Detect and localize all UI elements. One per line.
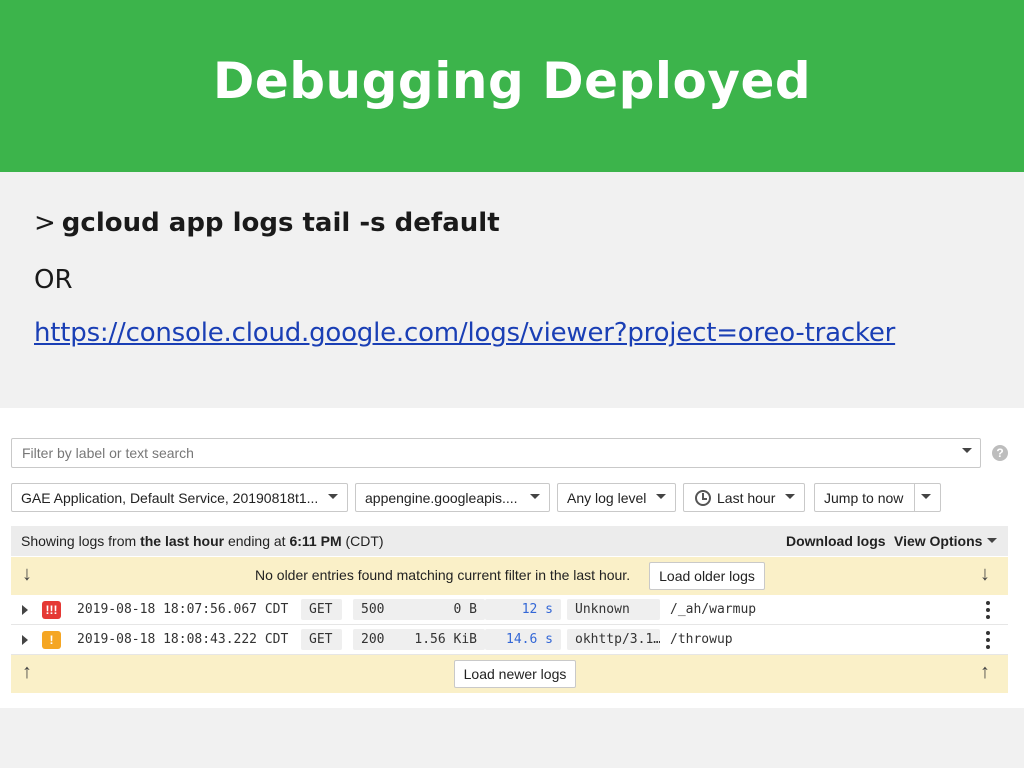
expand-icon[interactable] (22, 605, 28, 615)
view-options-button[interactable]: View Options (894, 533, 982, 549)
chevron-down-icon (530, 494, 540, 499)
command-line: > gcloud app logs tail -s default (34, 208, 500, 238)
expand-icon[interactable] (22, 635, 28, 645)
arrow-up-icon[interactable]: ↑ (22, 661, 32, 684)
filter-input[interactable]: Filter by label or text search (11, 438, 981, 468)
load-older-logs-button[interactable]: Load older logs (649, 562, 765, 590)
newer-logs-bar: ↑ Load newer logs ↑ (11, 655, 1008, 693)
arrow-up-icon[interactable]: ↑ (980, 661, 990, 684)
split-divider (914, 484, 915, 511)
filter-dropdown-icon[interactable] (962, 448, 972, 453)
chevron-down-icon (785, 494, 795, 499)
filter-placeholder: Filter by label or text search (22, 445, 194, 461)
chevron-down-icon[interactable] (921, 494, 931, 499)
title-banner: Debugging Deployed (0, 0, 1024, 172)
older-logs-bar: ↓ No older entries found matching curren… (11, 557, 1008, 595)
jump-to-now-label: Jump to now (824, 490, 904, 506)
help-icon[interactable]: ? (992, 445, 1008, 461)
chevron-down-icon[interactable] (987, 538, 997, 543)
status-bar: Showing logs from the last hour ending a… (11, 526, 1008, 556)
load-newer-logs-button[interactable]: Load newer logs (454, 660, 576, 688)
log-level-select[interactable]: Any log level (557, 483, 676, 512)
http-status: 200 (353, 629, 393, 650)
clock-icon (695, 490, 711, 506)
response-size: 0 B (390, 599, 485, 620)
request-path: /_ah/warmup (670, 602, 757, 617)
time-range-select-label: Last hour (717, 490, 776, 506)
more-vert-icon[interactable] (986, 601, 990, 619)
log-entry-row[interactable]: ! 2019-08-18 18:08:43.222 CDT GET 200 1.… (11, 626, 1008, 655)
user-agent: Unknown (567, 599, 660, 620)
log-name-select-label: appengine.googleapis.... (365, 490, 518, 506)
resource-select[interactable]: GAE Application, Default Service, 201908… (11, 483, 348, 512)
chevron-down-icon (328, 494, 338, 499)
no-older-entries-message: No older entries found matching current … (255, 567, 631, 583)
gcloud-command: gcloud app logs tail -s default (61, 208, 500, 238)
logs-viewer-link[interactable]: https://console.cloud.google.com/logs/vi… (34, 318, 895, 348)
or-text: OR (34, 265, 73, 295)
http-method: GET (301, 599, 342, 620)
status-message: Showing logs from the last hour ending a… (21, 533, 384, 549)
slide-title: Debugging Deployed (212, 52, 812, 110)
download-logs-button[interactable]: Download logs (786, 533, 886, 549)
jump-to-now-button[interactable]: Jump to now (814, 483, 941, 512)
log-name-select[interactable]: appengine.googleapis.... (355, 483, 550, 512)
http-method: GET (301, 629, 342, 650)
log-timestamp: 2019-08-18 18:08:43.222 CDT (77, 632, 289, 647)
log-entry-row[interactable]: !!! 2019-08-18 18:07:56.067 CDT GET 500 … (11, 596, 1008, 625)
chevron-down-icon (656, 494, 666, 499)
arrow-down-icon[interactable]: ↓ (22, 563, 32, 586)
resource-select-label: GAE Application, Default Service, 201908… (21, 490, 319, 506)
prompt-symbol: > (34, 208, 56, 238)
http-status: 500 (353, 599, 393, 620)
latency: 12 s (485, 599, 561, 620)
time-range-select[interactable]: Last hour (683, 483, 805, 512)
error-severity-icon: !!! (42, 601, 61, 619)
more-vert-icon[interactable] (986, 631, 990, 649)
warning-severity-icon: ! (42, 631, 61, 649)
user-agent: okhttp/3.1… (567, 629, 660, 650)
arrow-down-icon[interactable]: ↓ (980, 563, 990, 586)
request-path: /throwup (670, 632, 733, 647)
latency: 14.6 s (485, 629, 561, 650)
response-size: 1.56 KiB (390, 629, 485, 650)
log-timestamp: 2019-08-18 18:07:56.067 CDT (77, 602, 289, 617)
log-level-select-label: Any log level (567, 490, 647, 506)
